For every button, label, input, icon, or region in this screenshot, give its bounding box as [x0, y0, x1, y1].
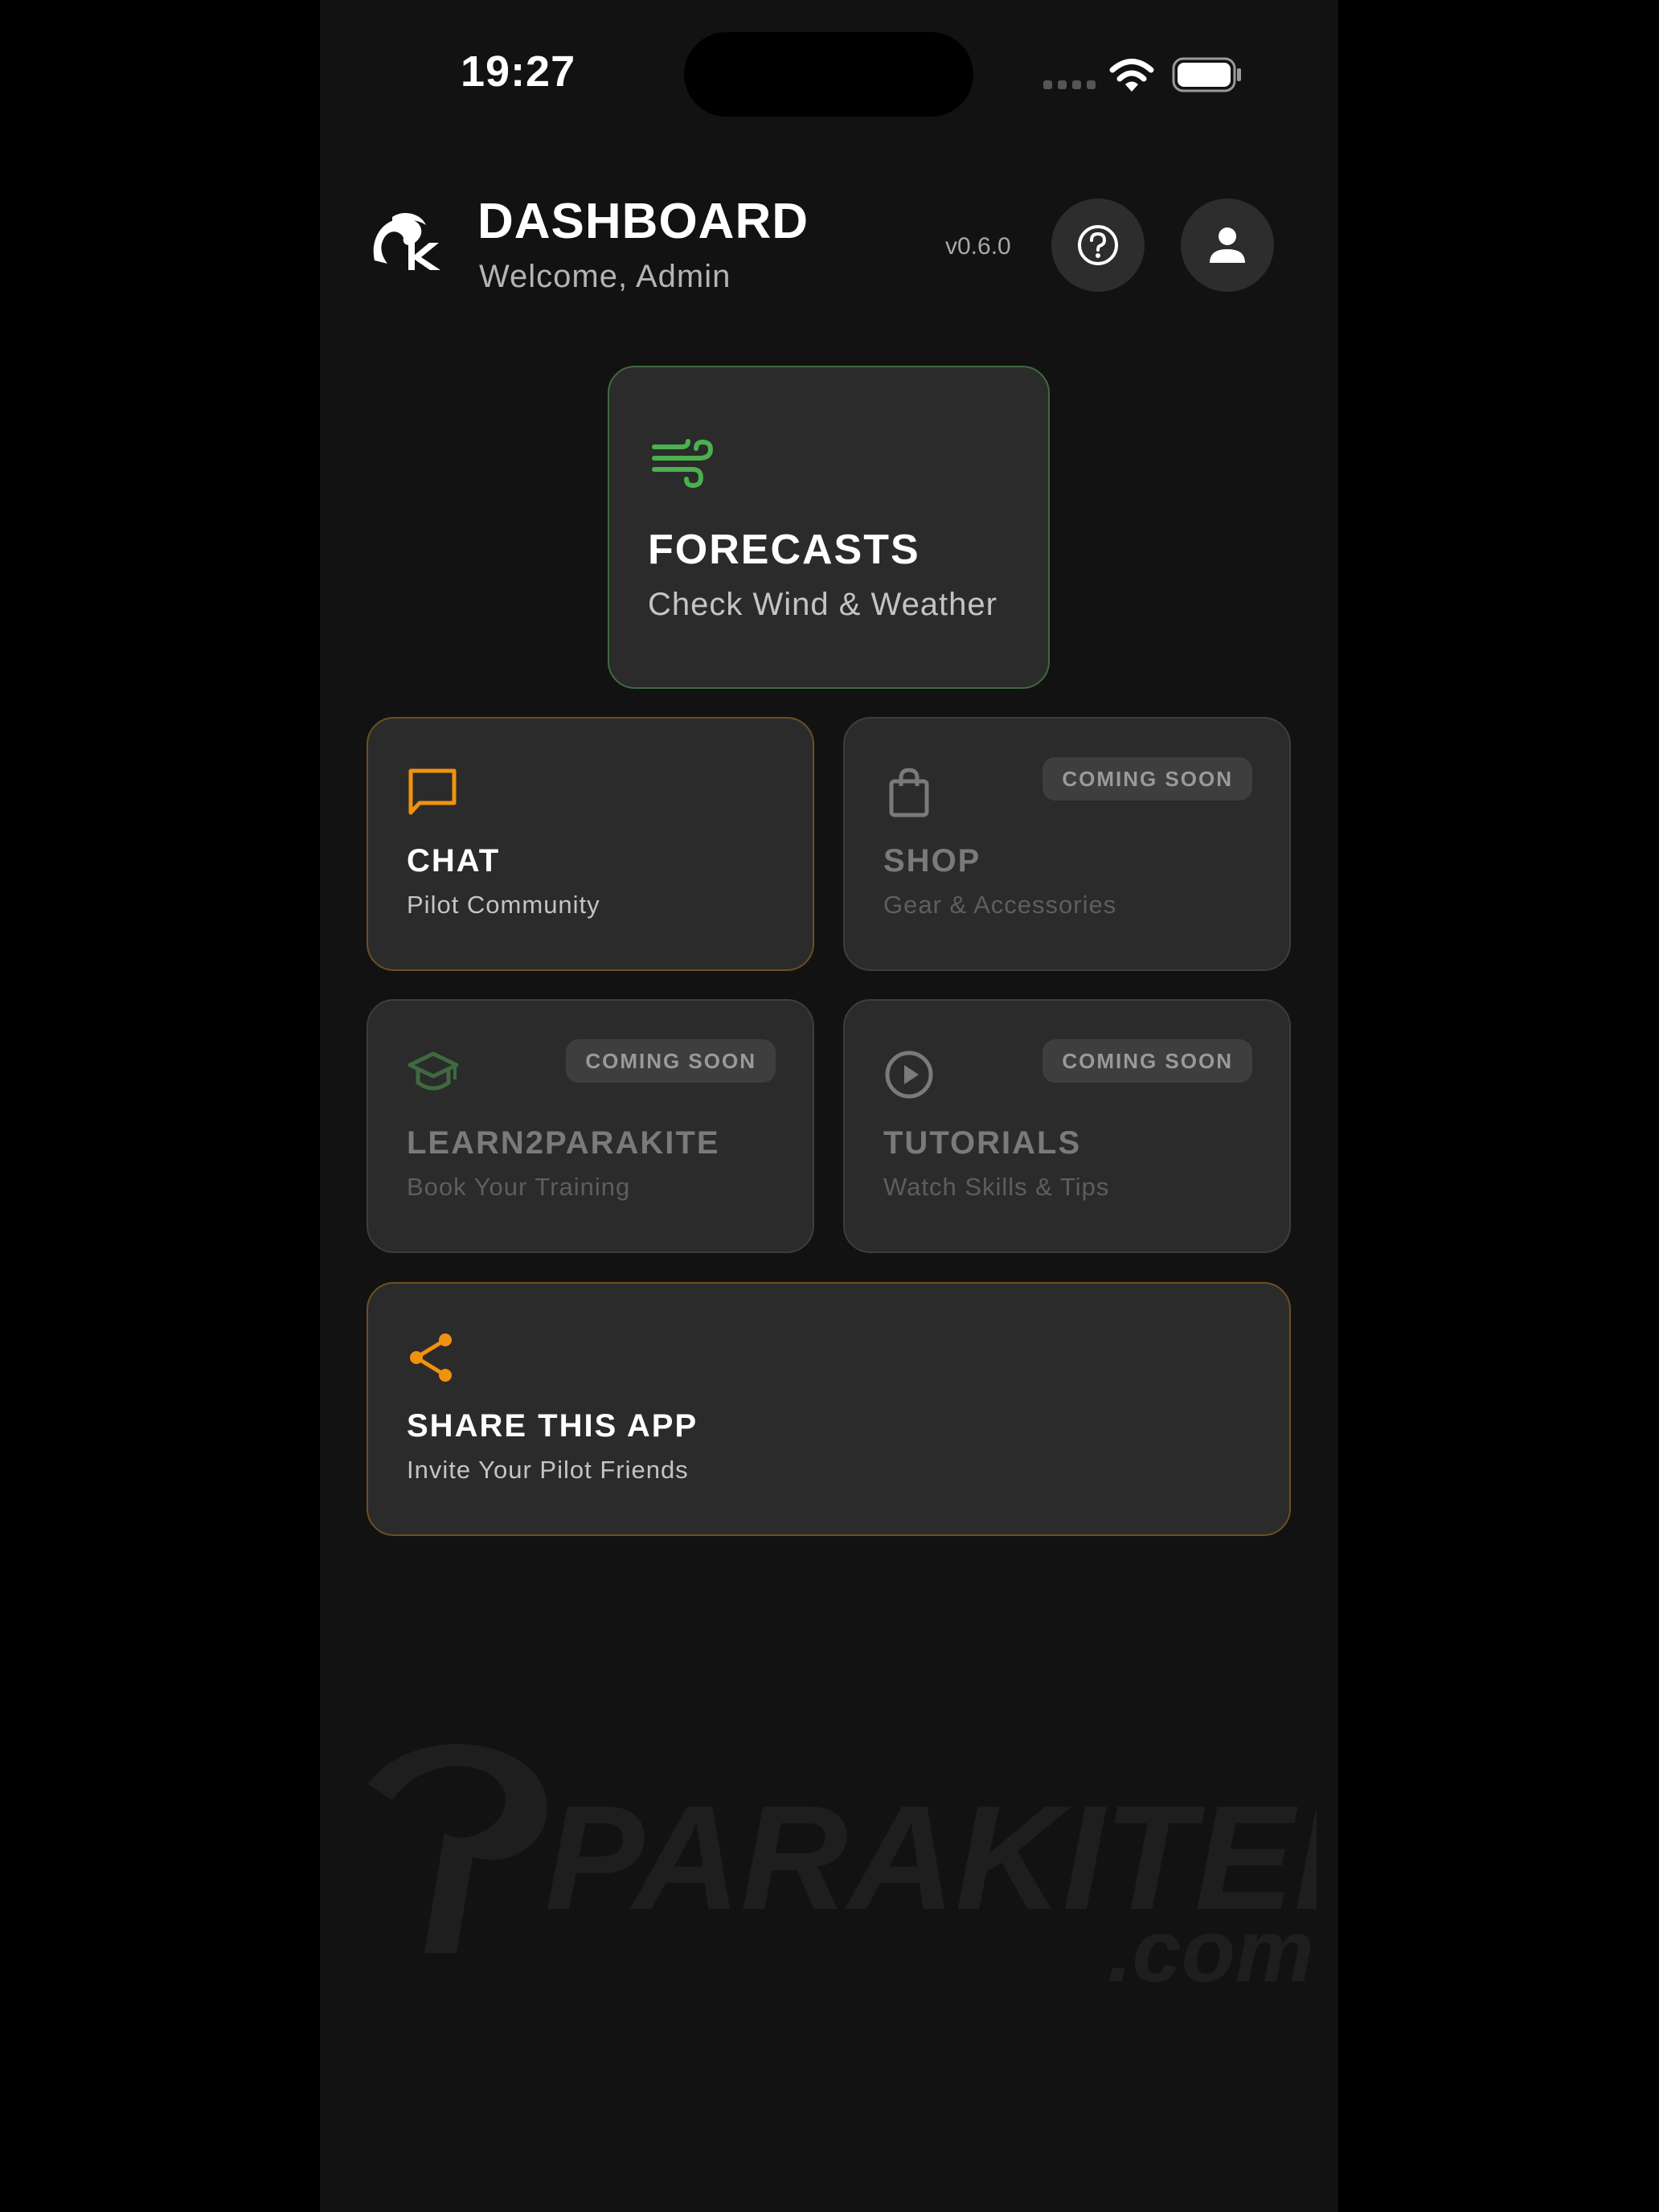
share-card[interactable]: SHARE THIS APP Invite Your Pilot Friends	[367, 1282, 1291, 1536]
share-icon	[410, 1333, 452, 1382]
app-screen: 19:27 DASHBOARD Welcome, Admin v0.6.0 FO…	[320, 0, 1338, 2212]
status-time: 19:27	[461, 47, 576, 96]
profile-button[interactable]	[1181, 199, 1274, 292]
parakiter-logo	[373, 213, 440, 270]
play-circle-icon	[885, 1051, 933, 1099]
forecasts-title: FORECASTS	[648, 526, 920, 573]
forecasts-subtitle: Check Wind & Weather	[648, 587, 997, 622]
learn-subtitle: Book Your Training	[407, 1173, 631, 1201]
coming-soon-badge: COMING SOON	[1043, 1039, 1252, 1083]
shopping-bag-icon	[889, 768, 929, 817]
watermark-suffix: .com	[1108, 1902, 1314, 1993]
chat-title: CHAT	[407, 843, 501, 879]
coming-soon-badge: COMING SOON	[1043, 757, 1252, 801]
learn-title: LEARN2PARAKITE	[407, 1125, 720, 1161]
share-subtitle: Invite Your Pilot Friends	[407, 1456, 689, 1484]
share-title: SHARE THIS APP	[407, 1408, 698, 1444]
tutorials-card[interactable]: COMING SOON TUTORIALS Watch Skills & Tip…	[843, 999, 1291, 1253]
help-button[interactable]	[1051, 199, 1145, 292]
shop-subtitle: Gear & Accessories	[883, 891, 1117, 919]
tutorials-subtitle: Watch Skills & Tips	[883, 1173, 1110, 1201]
graduation-cap-icon	[408, 1051, 459, 1091]
chat-card[interactable]: CHAT Pilot Community	[367, 717, 814, 971]
cellular-signal-icon	[1043, 80, 1096, 89]
chat-bubble-icon	[408, 768, 457, 815]
question-circle-icon	[1078, 225, 1118, 265]
learn2parakite-card[interactable]: COMING SOON LEARN2PARAKITE Book Your Tra…	[367, 999, 814, 1253]
wifi-icon	[1109, 59, 1154, 92]
coming-soon-badge: COMING SOON	[566, 1039, 776, 1083]
welcome-text: Welcome, Admin	[479, 259, 731, 294]
shop-card[interactable]: COMING SOON SHOP Gear & Accessories	[843, 717, 1291, 971]
app-version: v0.6.0	[945, 233, 1011, 260]
wind-icon	[652, 439, 714, 489]
person-icon	[1210, 227, 1245, 263]
chat-subtitle: Pilot Community	[407, 891, 600, 919]
forecasts-card[interactable]: FORECASTS Check Wind & Weather	[608, 366, 1050, 689]
parakiter-watermark: PARAKITER .com	[368, 1743, 1317, 1993]
shop-title: SHOP	[883, 843, 981, 879]
battery-icon	[1172, 57, 1241, 92]
dynamic-island	[684, 32, 973, 117]
tutorials-title: TUTORIALS	[883, 1125, 1082, 1161]
page-title: DASHBOARD	[477, 194, 809, 249]
